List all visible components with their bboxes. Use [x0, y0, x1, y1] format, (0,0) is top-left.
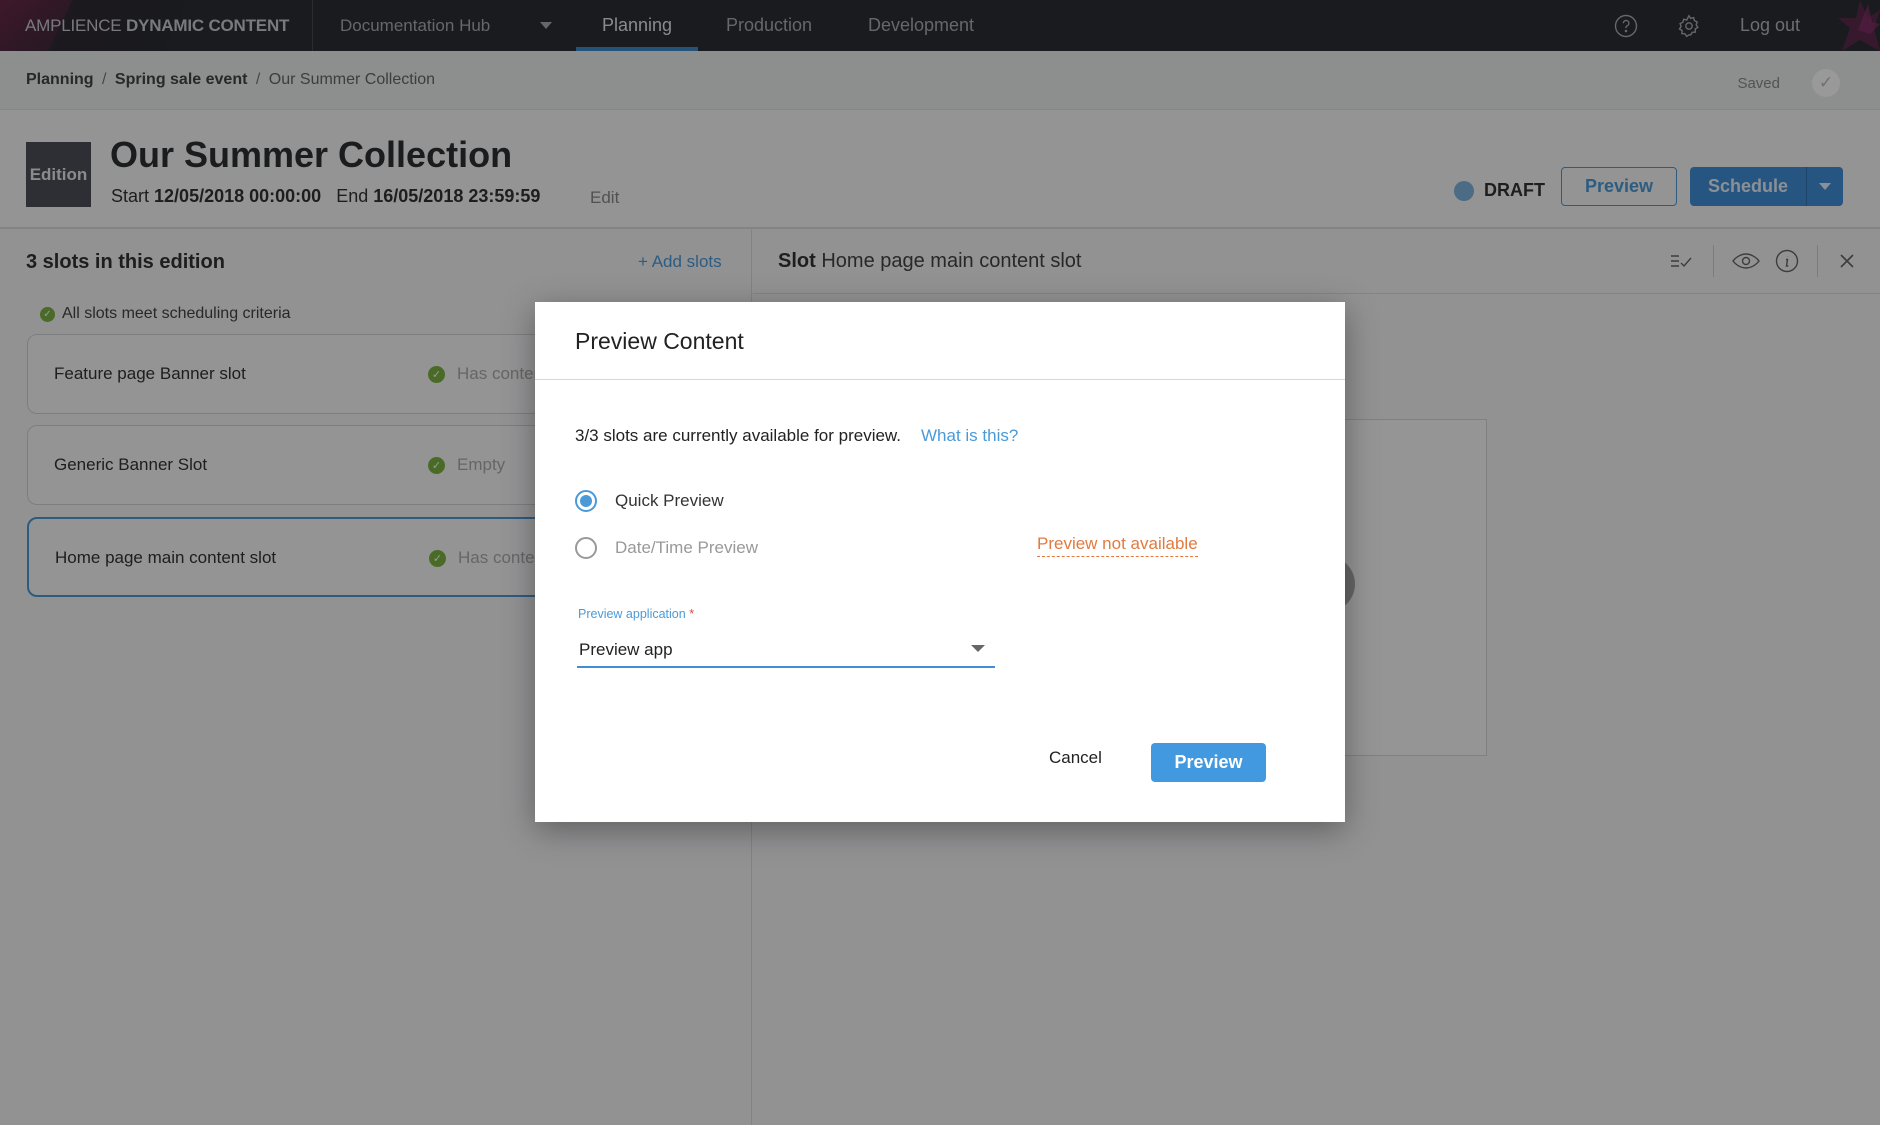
- datetime-preview-label: Date/Time Preview: [615, 538, 758, 557]
- preview-application-label: Preview application *: [578, 607, 694, 621]
- radio-unchecked[interactable]: [575, 537, 597, 559]
- dialog-header: Preview Content: [535, 302, 1345, 380]
- preview-not-available-tooltip[interactable]: Preview not available: [1037, 534, 1198, 557]
- selected-app: Preview app: [579, 640, 673, 659]
- quick-preview-label: Quick Preview: [615, 491, 724, 510]
- preview-button[interactable]: Preview: [1151, 743, 1266, 782]
- datetime-preview-option[interactable]: Date/Time Preview: [575, 537, 758, 559]
- chevron-down-icon: [971, 645, 985, 652]
- preview-application-select[interactable]: Preview app: [577, 632, 995, 668]
- what-is-this-link[interactable]: What is this?: [921, 426, 1018, 446]
- radio-checked[interactable]: [575, 490, 597, 512]
- quick-preview-option[interactable]: Quick Preview: [575, 490, 724, 512]
- dialog-title: Preview Content: [575, 328, 744, 354]
- field-label-text: Preview application: [578, 607, 686, 621]
- cancel-button[interactable]: Cancel: [1037, 742, 1114, 774]
- availability-text: 3/3 slots are currently available for pr…: [575, 426, 901, 445]
- preview-content-dialog: Preview Content 3/3 slots are currently …: [535, 302, 1345, 822]
- required-mark: *: [689, 607, 695, 621]
